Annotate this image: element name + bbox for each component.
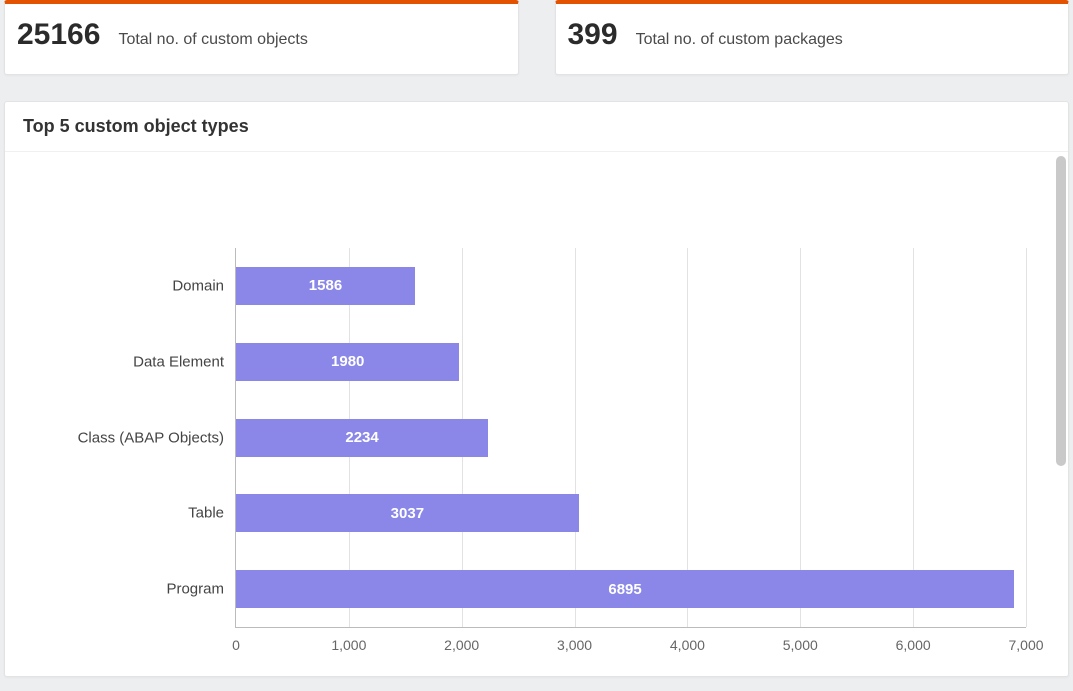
chart-title: Top 5 custom object types [5,102,1068,152]
kpi-value: 399 [564,18,618,52]
chart-card-top5-object-types: Top 5 custom object types 0 1,000 2,000 3,0… [4,101,1069,677]
kpi-card-custom-packages: 399 Total no. of custom packages [555,0,1070,75]
chart-x-tick: 3,000 [557,637,592,653]
chart-x-tick: 2,000 [444,637,479,653]
kpi-label: Total no. of custom packages [636,31,843,49]
chart-y-label: Table [188,505,224,522]
chart-x-tick: 0 [232,637,240,653]
chart-y-label: Class (ABAP Objects) [78,429,224,446]
chart-bar[interactable]: 6895 [236,570,1014,608]
chart-bar[interactable]: 1586 [236,267,415,305]
chart-x-tick: 4,000 [670,637,705,653]
chart-x-tick: 7,000 [1008,637,1043,653]
chart-bar-value: 6895 [608,581,641,598]
chart-bar-value: 1980 [331,353,364,370]
chart-x-tick: 1,000 [331,637,366,653]
chart-bar-value: 1586 [309,277,342,294]
chart-x-tick: 5,000 [783,637,818,653]
chart-y-label: Data Element [133,353,224,370]
chart-bar[interactable]: 1980 [236,343,459,381]
chart-bar[interactable]: 2234 [236,419,488,457]
scrollbar-thumb[interactable] [1056,156,1066,466]
chart-bar-value: 2234 [345,429,378,446]
scrollbar-vertical[interactable] [1056,156,1066,672]
chart-y-label: Domain [172,277,224,294]
chart-plot-area: 01,0002,0003,0004,0005,0006,0007,000Doma… [235,248,1026,628]
kpi-row: 25166 Total no. of custom objects 399 To… [4,0,1069,75]
kpi-card-custom-objects: 25166 Total no. of custom objects [4,0,519,75]
kpi-value: 25166 [13,18,100,52]
chart-bar-value: 3037 [391,505,424,522]
chart-y-label: Program [166,581,224,598]
chart-x-tick: 6,000 [896,637,931,653]
chart-bar[interactable]: 3037 [236,494,579,532]
chart-gridline [1026,248,1027,627]
kpi-label: Total no. of custom objects [118,31,307,49]
dashboard-page: 25166 Total no. of custom objects 399 To… [0,0,1073,691]
chart-body: 0 1,000 2,000 3,000 4,000 5,000 6,000 7,000 Doma… [5,152,1068,676]
